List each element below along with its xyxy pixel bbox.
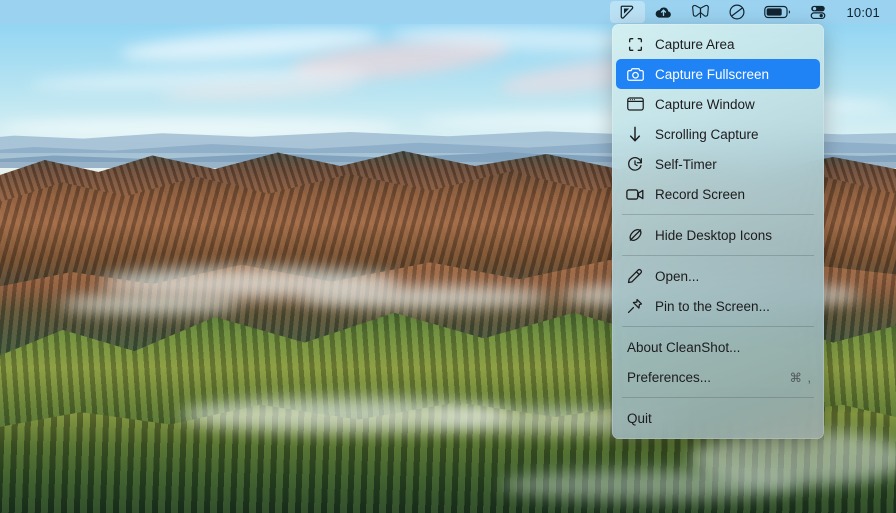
menu-item-label: Scrolling Capture (655, 126, 759, 142)
menu-separator (622, 214, 814, 215)
menu-item-shortcut: ⌘ , (789, 370, 812, 385)
menubar-item-cloud-upload[interactable] (645, 1, 682, 23)
menu-item-scrolling-capture[interactable]: Scrolling Capture (616, 119, 820, 149)
cleanshot-icon (619, 4, 636, 21)
menubar-item-butterfly[interactable] (682, 1, 719, 23)
hide-desktop-icons-icon (624, 227, 646, 243)
menubar-item-battery[interactable] (755, 1, 800, 23)
menubar-item-do-not-disturb[interactable] (719, 1, 755, 23)
butterfly-icon (691, 4, 710, 21)
window-icon (624, 97, 646, 111)
menu-bar: 10:01 (0, 0, 896, 24)
menu-separator (622, 397, 814, 398)
battery-icon (764, 5, 791, 19)
menu-item-record-screen[interactable]: Record Screen (616, 179, 820, 209)
menu-item-label: Capture Fullscreen (655, 66, 770, 82)
menu-separator (622, 255, 814, 256)
menu-separator (622, 326, 814, 327)
menu-item-label: Capture Window (655, 96, 755, 112)
menu-item-self-timer[interactable]: Self-Timer (616, 149, 820, 179)
capture-area-icon (624, 37, 646, 52)
menu-item-label: Pin to the Screen... (655, 298, 770, 314)
menubar-item-control-center[interactable] (800, 1, 836, 23)
pen-icon (624, 268, 646, 284)
timer-icon (624, 156, 646, 172)
menu-item-about-cleanshot[interactable]: About CleanShot... (616, 332, 820, 362)
menu-item-label: Self-Timer (655, 156, 717, 172)
desktop: 10:01 Capture Area Capture Fullscreen Capt… (0, 0, 896, 513)
menu-item-quit[interactable]: Quit (616, 403, 820, 433)
menu-item-pin-to-the-screen[interactable]: Pin to the Screen... (616, 291, 820, 321)
control-center-icon (809, 3, 827, 21)
menu-item-label: Quit (627, 410, 652, 426)
menu-item-label: Record Screen (655, 186, 746, 202)
menu-item-label: Open... (655, 268, 700, 284)
menu-item-hide-desktop-icons[interactable]: Hide Desktop Icons (616, 220, 820, 250)
cloud-upload-icon (654, 3, 673, 22)
menu-item-label: Preferences... (627, 369, 712, 385)
menu-item-capture-window[interactable]: Capture Window (616, 89, 820, 119)
menu-item-capture-area[interactable]: Capture Area (616, 29, 820, 59)
menubar-item-cleanshot[interactable] (610, 1, 646, 23)
pin-icon (624, 298, 646, 314)
menu-item-label: Capture Area (655, 36, 735, 52)
menu-item-open[interactable]: Open... (616, 261, 820, 291)
menu-item-preferences[interactable]: Preferences... ⌘ , (616, 362, 820, 392)
menu-item-label: Hide Desktop Icons (655, 227, 773, 243)
cleanshot-menu: Capture Area Capture Fullscreen Capture Wi… (612, 24, 824, 439)
menu-item-label: About CleanShot... (627, 339, 741, 355)
menu-item-capture-fullscreen[interactable]: Capture Fullscreen (616, 59, 820, 89)
do-not-disturb-icon (728, 3, 746, 21)
scrolling-capture-icon (624, 126, 646, 143)
record-screen-icon (624, 188, 646, 201)
menubar-clock[interactable]: 10:01 (836, 5, 882, 20)
camera-icon (624, 67, 646, 82)
